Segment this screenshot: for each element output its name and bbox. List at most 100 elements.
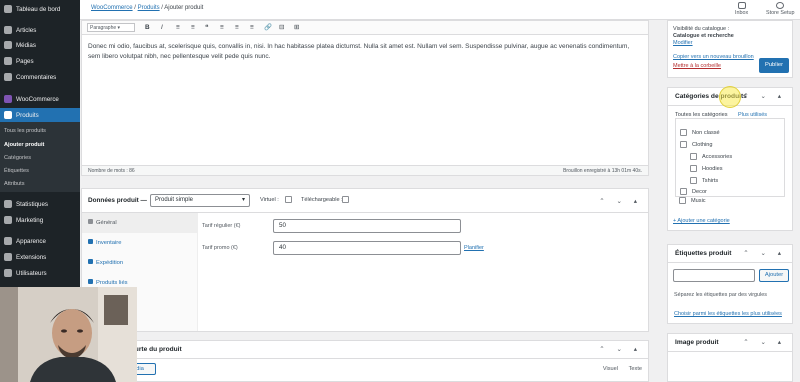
chevron-down-icon: ▾ [117,25,121,31]
menu-item-marketing[interactable]: Marketing [0,213,80,227]
breadcrumb-woocommerce[interactable]: WooCommerce [91,5,133,11]
editor-status-bar: Nombre de mots : 86 Brouillon enregistré… [82,165,648,175]
image-header: Image produit ⌃ ⌄ ▴ [668,334,792,352]
comment-icon [4,73,12,81]
inventory-icon [88,239,93,244]
menu-item-comments[interactable]: Commentaires [0,70,80,84]
menu-item-appearance[interactable]: Apparence [0,234,80,248]
users-icon [4,269,12,277]
plugin-icon [4,253,12,261]
image-title: Image produit [675,339,719,346]
add-category-link[interactable]: + Ajouter une catégorie [673,218,730,224]
submenu-add-product[interactable]: Ajouter produit [4,142,44,148]
publish-panel: Visibilité du catalogue : Catalogue et r… [667,20,793,78]
chart-icon [4,200,12,208]
inbox-button[interactable]: Inbox [735,2,748,16]
category-item[interactable]: Decor [680,188,707,195]
brush-icon [4,237,12,245]
metabox-controls[interactable]: ⌃ ⌄ ▴ [743,92,786,100]
breadcrumb-products[interactable]: Produits [138,5,160,11]
downloadable-checkbox[interactable] [342,196,349,203]
align-right-icon[interactable]: ≡ [250,24,254,31]
metabox-controls[interactable]: ⌃ ⌄ ▴ [599,197,642,205]
chevron-down-icon: ▾ [241,197,245,203]
page-icon [4,57,12,65]
publish-button[interactable]: Publier [759,58,789,73]
metabox-controls[interactable]: ⌃ ⌄ ▴ [599,345,642,353]
tag-input[interactable] [673,269,755,282]
sale-price-input[interactable]: 40 [273,241,461,255]
regular-price-input[interactable]: 50 [273,219,461,233]
editor-content[interactable]: Donec mi odio, faucibus at, scelerisque … [88,42,636,61]
sale-price-label: Tarif promo (€) [202,245,238,251]
trash-link[interactable]: Mettre à la corbeille [673,63,721,69]
webcam-video [0,287,137,382]
menu-item-plugins[interactable]: Extensions [0,250,80,264]
link-icon [88,279,93,284]
megaphone-icon [4,216,12,224]
store-setup-button[interactable]: Store Setup [766,2,794,16]
category-item[interactable]: Clothing [680,141,713,148]
regular-price-label: Tarif régulier (€) [202,223,241,229]
virtual-checkbox[interactable] [285,196,292,203]
tags-title: Étiquettes produit [675,250,732,257]
submenu-categories[interactable]: Catégories [4,155,31,161]
category-item[interactable]: Tshirts [690,177,718,184]
word-count: Nombre de mots : 86 [88,168,135,174]
metabox-controls[interactable]: ⌃ ⌄ ▴ [743,338,786,346]
short-description-header: Description courte du produit ⌃ ⌄ ▴ [82,341,648,359]
menu-item-pages[interactable]: Pages [0,54,80,68]
pin-icon [4,26,12,34]
product-icon [4,111,12,119]
content-editor: Paragraphe ▾ B I ≡ ≡ ❝ ≡ ≡ ≡ 🔗 ⊟ ⊞ Donec… [81,20,649,176]
submenu-attributes[interactable]: Attributs [4,181,25,187]
product-image-panel: Image produit ⌃ ⌄ ▴ [667,333,793,382]
breadcrumb-current: Ajouter produit [164,5,204,11]
align-center-icon[interactable]: ≡ [235,24,239,31]
text-tab[interactable]: Texte [629,366,642,372]
bold-icon[interactable]: B [145,24,150,31]
menu-item-users[interactable]: Utilisateurs [0,266,80,280]
menu-item-articles[interactable]: Articles [0,23,80,37]
toolbar-toggle-icon[interactable]: ⊞ [294,24,299,31]
category-checklist: Non classé Clothing Accessories Hoodies … [675,118,785,197]
tab-shipping[interactable]: Expédition [82,253,198,273]
link-icon[interactable]: 🔗 [264,24,272,31]
menu-item-products[interactable]: Produits [0,108,80,122]
downloadable-label: Téléchargeable : [301,197,343,203]
read-more-icon[interactable]: ⊟ [279,24,284,31]
metabox-controls[interactable]: ⌃ ⌄ ▴ [743,249,786,257]
truck-icon [88,259,93,264]
schedule-link[interactable]: Planifier [464,245,484,251]
format-select[interactable]: Paragraphe ▾ [87,23,135,32]
category-item[interactable]: Music [679,197,706,204]
choose-tags-link[interactable]: Choisir parmi les étiquettes les plus ut… [674,311,782,317]
wrench-icon [88,219,93,224]
modify-visibility-link[interactable]: Modifier [673,40,693,46]
numbered-list-icon[interactable]: ≡ [191,24,195,31]
product-type-select[interactable]: Produit simple ▾ [150,194,250,207]
submenu-all-products[interactable]: Tous les produits [4,128,46,134]
tab-inventory[interactable]: Inventaire [82,233,198,253]
category-item[interactable]: Non classé [680,129,720,136]
bullet-list-icon[interactable]: ≡ [176,24,180,31]
add-tag-button[interactable]: Ajouter [759,269,789,282]
italic-icon[interactable]: I [161,24,163,31]
top-bar: WooCommerce / Produits / Ajouter produit… [80,0,800,20]
menu-item-woocommerce[interactable]: WooCommerce [0,92,80,106]
submenu-tags[interactable]: Étiquettes [4,168,29,174]
tab-general[interactable]: Général [82,213,198,233]
inbox-icon [737,2,746,9]
align-left-icon[interactable]: ≡ [220,24,224,31]
copy-draft-link[interactable]: Copier vers un nouveau brouillon [673,54,754,60]
visual-tab[interactable]: Visuel [603,366,618,372]
menu-item-media[interactable]: Médias [0,38,80,52]
category-item[interactable]: Hoodies [690,165,723,172]
category-item[interactable]: Accessories [690,153,732,160]
menu-item-dashboard[interactable]: Tableau de bord [0,2,80,16]
tags-header: Étiquettes produit ⌃ ⌄ ▴ [668,245,792,263]
tags-hint: Séparez les étiquettes par des virgules [674,292,767,298]
quote-icon[interactable]: ❝ [205,24,208,31]
breadcrumb: WooCommerce / Produits / Ajouter produit [91,5,204,11]
menu-item-statistics[interactable]: Statistiques [0,197,80,211]
